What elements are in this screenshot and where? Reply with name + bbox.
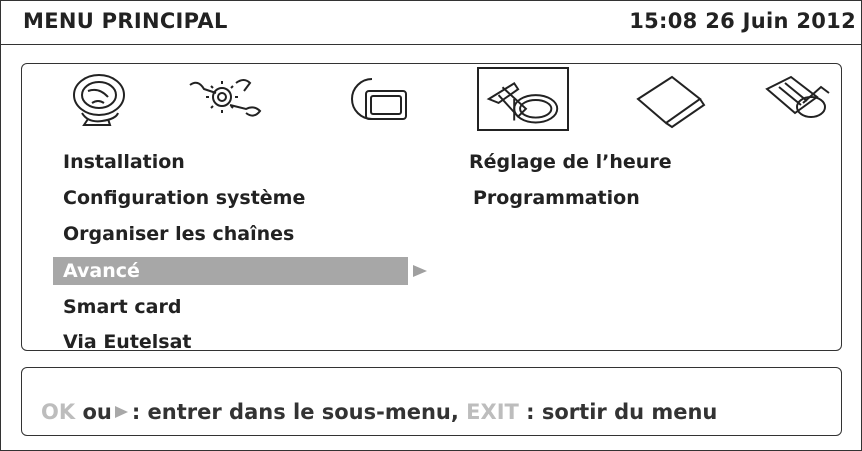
clock-time-icon[interactable] [477, 67, 569, 131]
help-exit-text: : sortir du menu [526, 400, 718, 424]
exit-key-label: EXIT [466, 400, 519, 424]
satellite-dish-icon[interactable] [52, 69, 142, 129]
date-time: 15:08 26 Juin 2012 [629, 9, 856, 33]
main-menu-panel: Installation Configuration système Organ… [21, 63, 842, 353]
menu-item-configuration[interactable]: Configuration système [63, 184, 305, 212]
help-ou: ou [82, 400, 112, 424]
menu-item-via-eutelsat[interactable]: Via Eutelsat [63, 328, 192, 356]
menu-item-smart-card[interactable]: Smart card [63, 293, 181, 321]
game-icon[interactable] [757, 69, 837, 129]
submenu-arrow-icon [413, 265, 427, 277]
menu-item-reglage-heure[interactable]: Réglage de l’heure [469, 148, 672, 176]
menu-item-organiser[interactable]: Organiser les chaînes [63, 220, 294, 248]
menu-item-avance[interactable]: Avancé [53, 257, 408, 285]
tools-gear-icon[interactable] [180, 69, 270, 129]
menu-item-programmation[interactable]: Programmation [473, 184, 640, 212]
help-text: OK ou : entrer dans le sous-menu, EXIT : … [41, 400, 717, 424]
menu-item-installation[interactable]: Installation [63, 148, 185, 176]
tv-screen-icon[interactable] [332, 69, 422, 129]
book-icon[interactable] [622, 69, 712, 129]
page-title: MENU PRINCIPAL [23, 9, 228, 33]
help-enter-text: : entrer dans le sous-menu, [131, 400, 459, 424]
ok-key-label: OK [41, 400, 76, 424]
right-arrow-icon [114, 406, 128, 418]
header-bar: MENU PRINCIPAL 15:08 26 Juin 2012 [0, 0, 862, 45]
